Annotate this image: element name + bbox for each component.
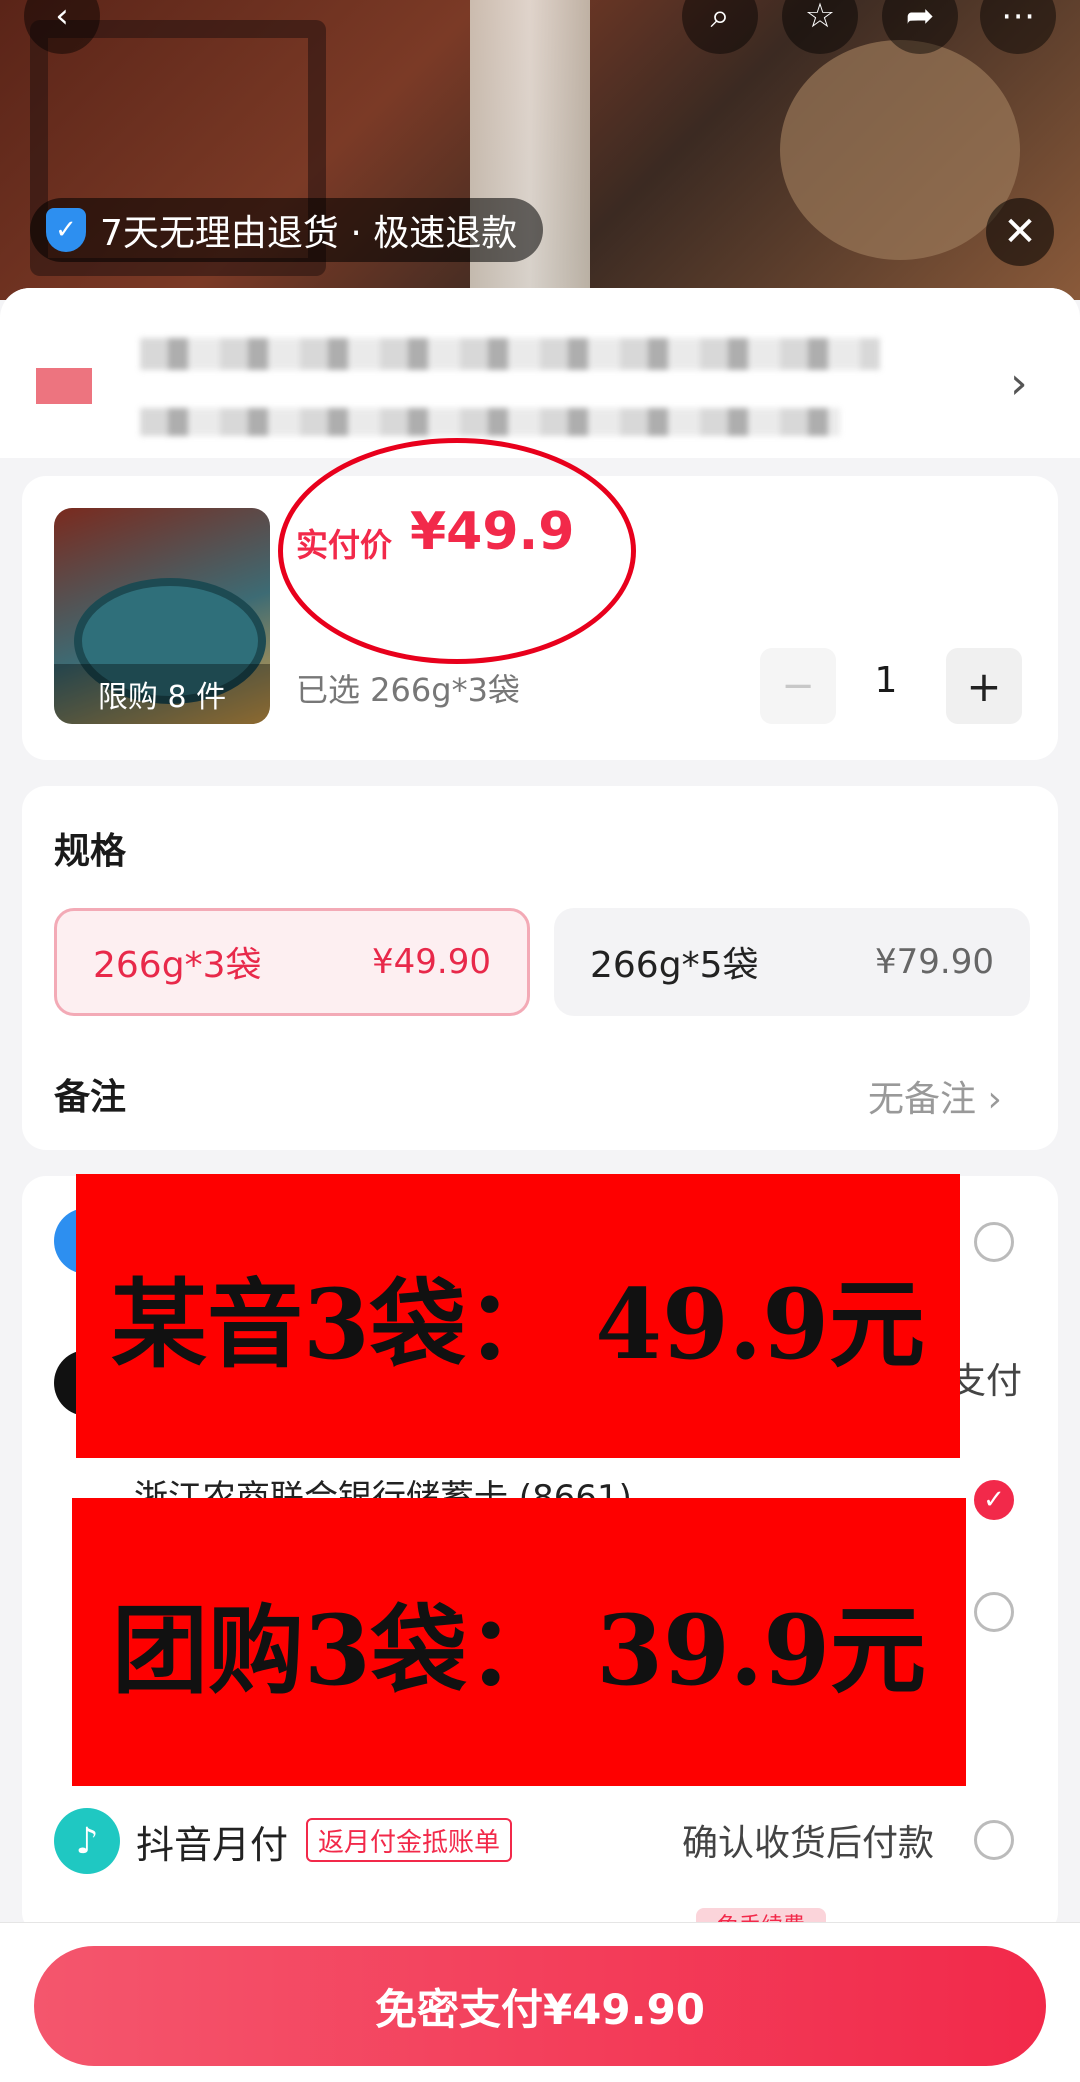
spec-title: 规格 bbox=[54, 831, 127, 872]
remark-value-link[interactable]: 无备注 › bbox=[868, 1070, 1002, 1122]
douyin-pay-tag: 返月付金抵账单 bbox=[306, 1818, 513, 1862]
blurred-shop-name bbox=[140, 338, 880, 370]
spec-option-price: ¥79.90 bbox=[875, 942, 994, 982]
shield-check-icon: ✓ bbox=[46, 208, 86, 252]
quantity-value: 1 bbox=[874, 660, 898, 701]
spec-option-label: 266g*3袋 bbox=[93, 945, 262, 986]
payment-radio-1[interactable] bbox=[974, 1222, 1014, 1262]
douyin-icon: ♪ bbox=[54, 1808, 120, 1874]
product-thumbnail: 限购 8 件 bbox=[54, 508, 270, 724]
quantity-decrease-button[interactable]: − bbox=[760, 648, 836, 724]
remark-title: 备注 bbox=[54, 1077, 127, 1118]
spec-option-3bags[interactable]: 266g*3袋 ¥49.90 bbox=[54, 908, 530, 1016]
return-policy-text: 7天无理由退货 · 极速退款 bbox=[100, 213, 518, 254]
spec-option-label: 266g*5袋 bbox=[590, 945, 759, 986]
spec-option-5bags[interactable]: 266g*5袋 ¥79.90 bbox=[554, 908, 1030, 1016]
selected-spec-text: 已选 266g*3袋 bbox=[296, 671, 520, 709]
chevron-right-icon: › bbox=[1010, 358, 1028, 409]
payment-radio-3[interactable] bbox=[974, 1592, 1014, 1632]
shop-logo bbox=[36, 368, 92, 404]
return-policy-badge: ✓ 7天无理由退货 · 极速退款 bbox=[30, 198, 544, 262]
payment-radio-bank-selected[interactable]: ✓ bbox=[974, 1480, 1014, 1520]
spec-option-price: ¥49.90 bbox=[372, 942, 491, 982]
payment-radio-douyin[interactable] bbox=[974, 1820, 1014, 1860]
blurred-shop-desc bbox=[140, 408, 840, 436]
price-highlight-circle bbox=[278, 438, 636, 664]
hero-decoration-bowl bbox=[780, 40, 1020, 260]
douyin-pay-label: 抖音月付 bbox=[136, 1823, 289, 1867]
partial-pay-text: 支付 bbox=[950, 1361, 1023, 1402]
purchase-limit-label: 限购 8 件 bbox=[54, 664, 270, 724]
pay-button[interactable]: 免密支付¥49.90 bbox=[34, 1946, 1046, 2066]
douyin-pay-note: 确认收货后付款 bbox=[682, 1823, 935, 1864]
overlay-price-groupbuy: 团购3袋： 39.9元 bbox=[72, 1498, 966, 1786]
close-icon[interactable]: ✕ bbox=[986, 198, 1054, 266]
quantity-increase-button[interactable]: + bbox=[946, 648, 1022, 724]
overlay-price-douyin: 某音3袋： 49.9元 bbox=[76, 1174, 960, 1458]
shop-info-row[interactable]: › bbox=[0, 288, 1080, 458]
